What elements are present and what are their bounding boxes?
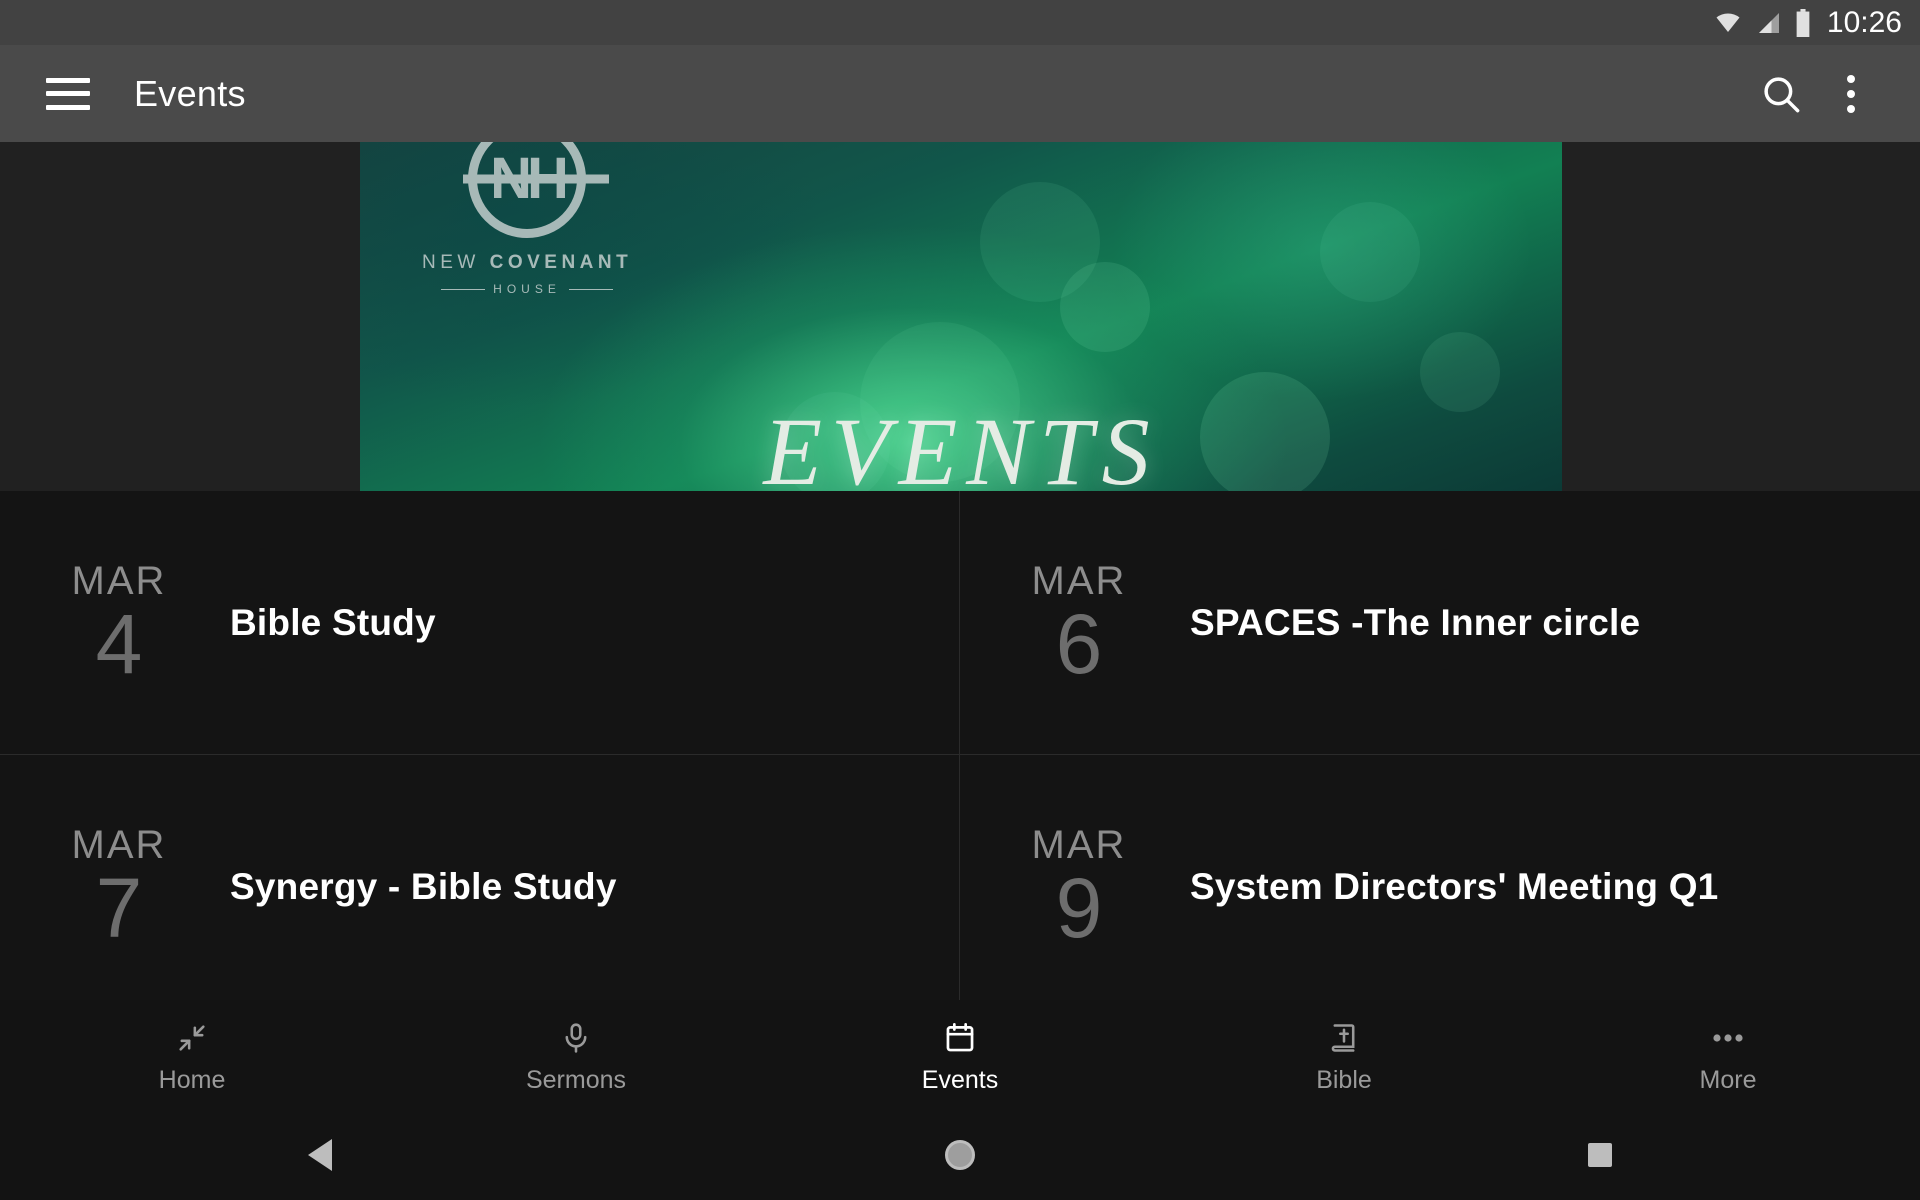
event-title: System Directors' Meeting Q1 (1190, 866, 1719, 907)
ellipsis-icon (1709, 1018, 1747, 1058)
home-circle-icon[interactable] (640, 1140, 1280, 1170)
nav-label-events: Events (921, 1065, 999, 1094)
event-title: Bible Study (230, 602, 436, 643)
event-card-0[interactable]: MAR 4 Bible Study (0, 491, 960, 755)
events-grid-row: MAR 7 Synergy - Bible Study MAR 9 System… (0, 755, 1920, 1000)
back-triangle-icon[interactable] (0, 1139, 640, 1171)
event-day: 7 (95, 861, 143, 956)
nav-label-sermons: Sermons (525, 1065, 627, 1094)
overflow-menu-icon[interactable] (1816, 59, 1886, 129)
event-card-1[interactable]: MAR 6 SPACES -The Inner circle (960, 491, 1920, 755)
events-hero-image[interactable]: NH NEW COVENANT HOUSE EVENTS (360, 142, 1562, 491)
cellular-signal-icon (1755, 11, 1783, 35)
wifi-icon (1713, 11, 1743, 35)
event-title: SPACES -The Inner circle (1190, 602, 1641, 643)
events-grid-row: MAR 4 Bible Study MAR 6 SPACES -The Inne… (0, 491, 1920, 755)
hero-title: EVENTS (763, 398, 1159, 492)
new-covenant-house-logo: NH NEW COVENANT HOUSE (422, 142, 632, 296)
event-card-3[interactable]: MAR 9 System Directors' Meeting Q1 (960, 755, 1920, 1000)
android-navigation-bar (0, 1110, 1920, 1200)
battery-icon (1795, 8, 1811, 37)
calendar-icon (943, 1018, 977, 1058)
event-month: MAR (71, 559, 167, 604)
event-day: 9 (1055, 861, 1103, 956)
logo-name-first: NEW (422, 252, 490, 273)
search-icon[interactable] (1746, 59, 1816, 129)
hamburger-menu-icon[interactable] (46, 77, 90, 110)
hero-banner-area: NH NEW COVENANT HOUSE EVENTS (0, 142, 1920, 491)
bottom-navigation-bar: Home Sermons Events Bible More (0, 1000, 1920, 1110)
event-month: MAR (71, 823, 167, 868)
nav-item-bible[interactable]: Bible (1152, 1000, 1536, 1110)
event-day: 4 (95, 597, 143, 692)
logo-ring-icon: NH (463, 142, 609, 238)
events-grid: MAR 4 Bible Study MAR 6 SPACES -The Inne… (0, 491, 1920, 1000)
bokeh-dot (1420, 332, 1500, 412)
event-date: MAR 4 (0, 559, 220, 692)
logo-subtitle: HOUSE (422, 282, 632, 296)
nav-item-home[interactable]: Home (0, 1000, 384, 1110)
nav-item-more[interactable]: More (1536, 1000, 1920, 1110)
status-clock: 10:26 (1826, 5, 1902, 39)
app-root: 10:26 Events NH NEW COVENANT HOUSE EVENT… (0, 0, 1920, 1200)
bokeh-dot (1060, 262, 1150, 352)
nav-item-events[interactable]: Events (768, 1000, 1152, 1110)
event-card-2[interactable]: MAR 7 Synergy - Bible Study (0, 755, 960, 1000)
recents-square-icon[interactable] (1280, 1143, 1920, 1167)
nav-label-bible: Bible (1316, 1065, 1372, 1094)
app-bar: Events (0, 45, 1920, 142)
event-date: MAR 9 (960, 823, 1180, 956)
nav-item-sermons[interactable]: Sermons (384, 1000, 768, 1110)
logo-name: NEW COVENANT (422, 252, 632, 274)
logo-monogram: NH (490, 146, 569, 211)
nav-label-more: More (1699, 1065, 1757, 1094)
page-title: Events (134, 72, 246, 114)
event-date: MAR 6 (960, 559, 1180, 692)
event-date: MAR 7 (0, 823, 220, 956)
bible-book-icon (1327, 1018, 1361, 1058)
bokeh-dot (1320, 202, 1420, 302)
compress-arrows-icon (175, 1018, 209, 1058)
nav-label-home: Home (158, 1065, 226, 1094)
microphone-icon (559, 1018, 593, 1058)
logo-name-second: COVENANT (489, 252, 633, 273)
event-month: MAR (1031, 559, 1127, 604)
event-day: 6 (1055, 597, 1103, 692)
event-month: MAR (1031, 823, 1127, 868)
system-status-bar: 10:26 (0, 0, 1920, 45)
bokeh-dot (980, 182, 1100, 302)
event-title: Synergy - Bible Study (230, 866, 617, 907)
